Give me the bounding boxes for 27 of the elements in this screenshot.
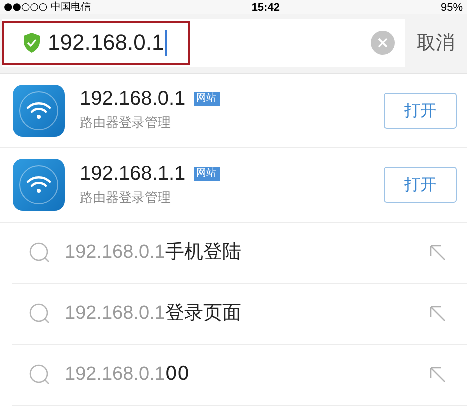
open-button[interactable]: 打开 [384, 92, 457, 129]
site-tag: 网站 [194, 166, 220, 181]
search-icon [29, 364, 51, 386]
search-field[interactable]: 192.168.0.1 [2, 19, 405, 68]
result-subtitle: 路由器登录管理 [80, 115, 172, 134]
cancel-button[interactable]: 取消 [417, 28, 455, 58]
suggestion-text[interactable]: 192.168.0.100 [65, 360, 429, 390]
search-icon [29, 242, 51, 264]
open-button[interactable]: 打开 [384, 167, 457, 204]
result-subtitle: 路由器登录管理 [80, 190, 172, 208]
wifi-app-icon [13, 84, 65, 137]
search-input-text: 192.168.0.1 [48, 30, 168, 56]
clear-icon[interactable] [371, 31, 395, 56]
carrier-text: ●●○○○ 中国电信 [4, 2, 91, 14]
search-icon [29, 303, 51, 325]
fill-in-arrow-icon[interactable] [429, 366, 447, 384]
suggestion-text[interactable]: 192.168.0.1手机登陆 [65, 238, 429, 268]
fill-in-arrow-icon[interactable] [429, 305, 447, 323]
fill-in-arrow-icon[interactable] [429, 244, 447, 262]
site-tag: 网站 [194, 92, 220, 106]
result-title[interactable]: 192.168.1.1 [80, 162, 186, 186]
clock-text: 15:42 [252, 2, 280, 14]
shield-check-icon [22, 32, 42, 54]
battery-text: 95% [440, 2, 463, 14]
result-title[interactable]: 192.168.0.1 [80, 87, 186, 112]
wifi-app-icon [13, 159, 65, 212]
suggestion-text[interactable]: 192.168.0.1登录页面 [65, 299, 429, 329]
